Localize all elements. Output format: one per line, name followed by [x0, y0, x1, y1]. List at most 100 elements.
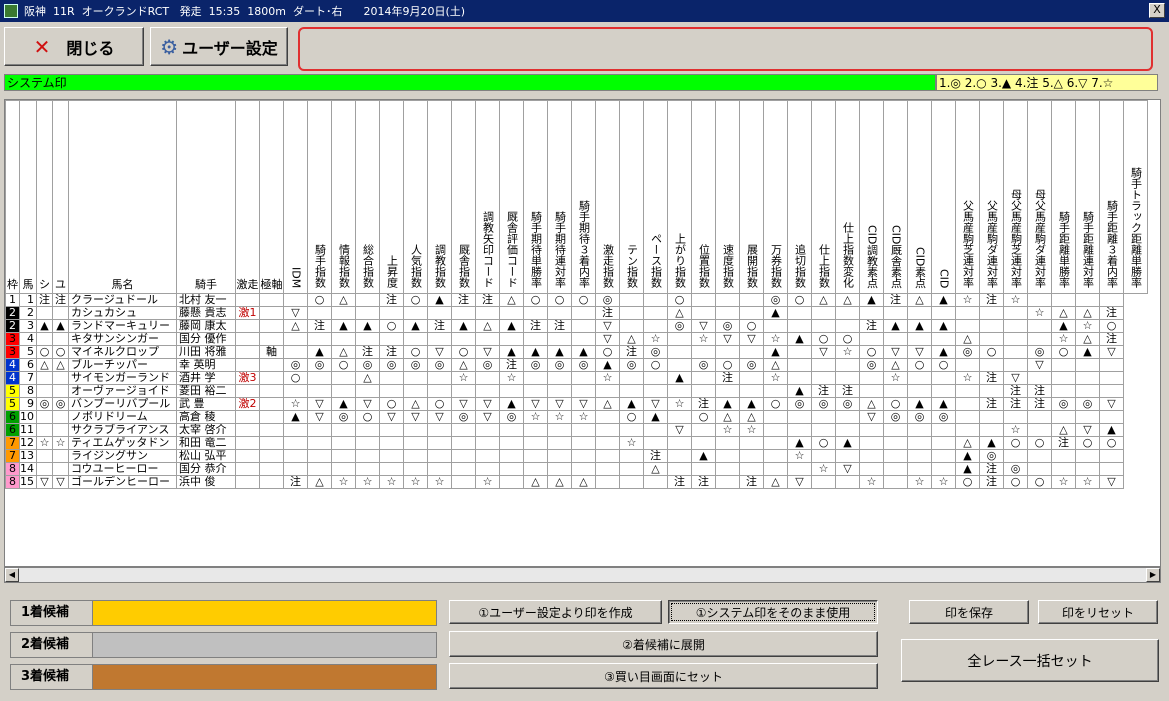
mark-cell[interactable]: [475, 423, 500, 437]
mark-cell[interactable]: ▲: [499, 345, 524, 359]
horse-number-cell[interactable]: 2: [19, 306, 37, 320]
jiku-cell[interactable]: [259, 397, 284, 411]
mark-cell[interactable]: [835, 358, 860, 372]
mark-cell[interactable]: [763, 436, 788, 450]
mark-cell[interactable]: [907, 462, 932, 476]
mark-cell[interactable]: [499, 449, 524, 463]
mark-cell[interactable]: [979, 358, 1004, 372]
mark-cell[interactable]: [571, 332, 596, 346]
mark-cell[interactable]: [619, 449, 644, 463]
mark-cell[interactable]: [1099, 462, 1124, 476]
column-header[interactable]: CID素点: [907, 100, 932, 294]
mark-cell[interactable]: [1051, 449, 1076, 463]
mark-cell[interactable]: ◎: [883, 410, 908, 424]
jockey-cell[interactable]: 国分 恭介: [176, 462, 236, 476]
candidate-slot[interactable]: [93, 601, 436, 625]
mark-cell[interactable]: ☆: [1051, 475, 1076, 489]
mark-cell[interactable]: [931, 384, 956, 398]
mark-cell[interactable]: [547, 306, 572, 320]
waku-cell[interactable]: 2: [5, 306, 20, 320]
mark-cell[interactable]: ▽: [427, 345, 452, 359]
mark-cell[interactable]: 注: [883, 293, 908, 307]
mark-cell[interactable]: ○: [1003, 475, 1028, 489]
mark-cell[interactable]: ▲: [763, 345, 788, 359]
jiku-cell[interactable]: [259, 410, 284, 424]
mark-cell[interactable]: [955, 423, 980, 437]
mark-cell[interactable]: [667, 345, 692, 359]
mark-cell[interactable]: [307, 306, 332, 320]
mark-cell[interactable]: [715, 436, 740, 450]
mark-cell[interactable]: [595, 384, 620, 398]
mark-cell[interactable]: [691, 306, 716, 320]
mark-cell[interactable]: ☆: [1027, 306, 1052, 320]
reset-marks-button[interactable]: 印をリセット: [1038, 600, 1158, 624]
mark-cell[interactable]: [619, 423, 644, 437]
mark-cell[interactable]: △: [883, 358, 908, 372]
mark-cell[interactable]: ○: [907, 358, 932, 372]
mark-cell[interactable]: ▽: [379, 410, 404, 424]
mark-cell[interactable]: [451, 462, 476, 476]
mark-cell[interactable]: [1003, 358, 1028, 372]
mark-cell[interactable]: ◎: [979, 449, 1004, 463]
mark-cell[interactable]: [1003, 449, 1028, 463]
mark-cell[interactable]: [1099, 371, 1124, 385]
mark-cell[interactable]: △: [955, 436, 980, 450]
mark-cell[interactable]: ▽: [307, 410, 332, 424]
mark-cell[interactable]: ▽: [355, 397, 380, 411]
mark-cell[interactable]: [355, 462, 380, 476]
horse-name-cell[interactable]: サイモンガーランド: [68, 371, 177, 385]
mark-cell[interactable]: [403, 384, 428, 398]
waku-cell[interactable]: 2: [5, 319, 20, 333]
mark-cell[interactable]: △: [763, 475, 788, 489]
column-header[interactable]: 情報指数: [331, 100, 356, 294]
mark-cell[interactable]: [715, 306, 740, 320]
mark-cell[interactable]: ◎: [283, 358, 308, 372]
mark-cell[interactable]: [619, 319, 644, 333]
mark-cell[interactable]: [979, 306, 1004, 320]
column-header[interactable]: 人気指数: [403, 100, 428, 294]
mark-cell[interactable]: [763, 449, 788, 463]
mark-cell[interactable]: [619, 293, 644, 307]
close-button[interactable]: ✕ 閉じる: [4, 27, 144, 66]
mark-cell[interactable]: 注: [667, 475, 692, 489]
arrow-right-icon[interactable]: ▶: [1146, 568, 1160, 582]
mark-cell[interactable]: ☆: [451, 371, 476, 385]
table-row[interactable]: 7 13 ライジングサン 松山 弘平注 ▲ ☆ ▲ ◎: [5, 449, 1148, 463]
mark-cell[interactable]: [379, 371, 404, 385]
jiku-cell[interactable]: [259, 436, 284, 450]
system-mark-cell[interactable]: ▽: [36, 475, 53, 489]
horse-number-cell[interactable]: 12: [19, 436, 37, 450]
mark-cell[interactable]: 注: [595, 306, 620, 320]
mark-cell[interactable]: ◎: [787, 397, 812, 411]
user-mark-cell[interactable]: ○: [52, 345, 69, 359]
horse-number-cell[interactable]: 10: [19, 410, 37, 424]
mark-cell[interactable]: ▲: [595, 358, 620, 372]
jockey-cell[interactable]: 武 豊: [176, 397, 236, 411]
user-mark-cell[interactable]: ◎: [52, 397, 69, 411]
column-header[interactable]: 調教矢印コード: [475, 100, 500, 294]
gekiso-cell[interactable]: 激1: [235, 306, 260, 320]
table-row[interactable]: 1 1 注注クラージュドール 北村 友一 ○ △ 注 ○ ▲ 注注 △ ○ ○ ○ ◎ ○ ◎ ○ △ △ ▲ 注 △ ▲ ☆ 注…: [5, 293, 1148, 307]
mark-cell[interactable]: [523, 462, 548, 476]
table-row[interactable]: 3 5 ○ ○ マイネルクロップ 川田 将雅軸 ▲ △ 注注 ○ ▽ ○ ▽ ▲ ▲ ▲ ▲ ○ 注 ◎ ▲ ▽ ☆ ○ ▽ ▽ ▲…: [5, 345, 1148, 359]
mark-cell[interactable]: △: [811, 293, 836, 307]
mark-cell[interactable]: [331, 449, 356, 463]
mark-cell[interactable]: ▽: [1099, 475, 1124, 489]
mark-cell[interactable]: 注: [715, 371, 740, 385]
mark-cell[interactable]: 注: [1027, 397, 1052, 411]
mark-cell[interactable]: ☆: [379, 475, 404, 489]
mark-cell[interactable]: ▲: [523, 345, 548, 359]
mark-cell[interactable]: [787, 306, 812, 320]
mark-cell[interactable]: [619, 475, 644, 489]
mark-cell[interactable]: ▲: [427, 293, 452, 307]
mark-cell[interactable]: ▽: [787, 475, 812, 489]
mark-cell[interactable]: ▽: [859, 410, 884, 424]
mark-cell[interactable]: [859, 449, 884, 463]
mark-cell[interactable]: [475, 449, 500, 463]
mark-cell[interactable]: ▽: [595, 332, 620, 346]
mark-cell[interactable]: ☆: [715, 423, 740, 437]
mark-cell[interactable]: [691, 384, 716, 398]
horse-number-cell[interactable]: 7: [19, 371, 37, 385]
mark-cell[interactable]: ▲: [931, 345, 956, 359]
mark-cell[interactable]: [1003, 345, 1028, 359]
